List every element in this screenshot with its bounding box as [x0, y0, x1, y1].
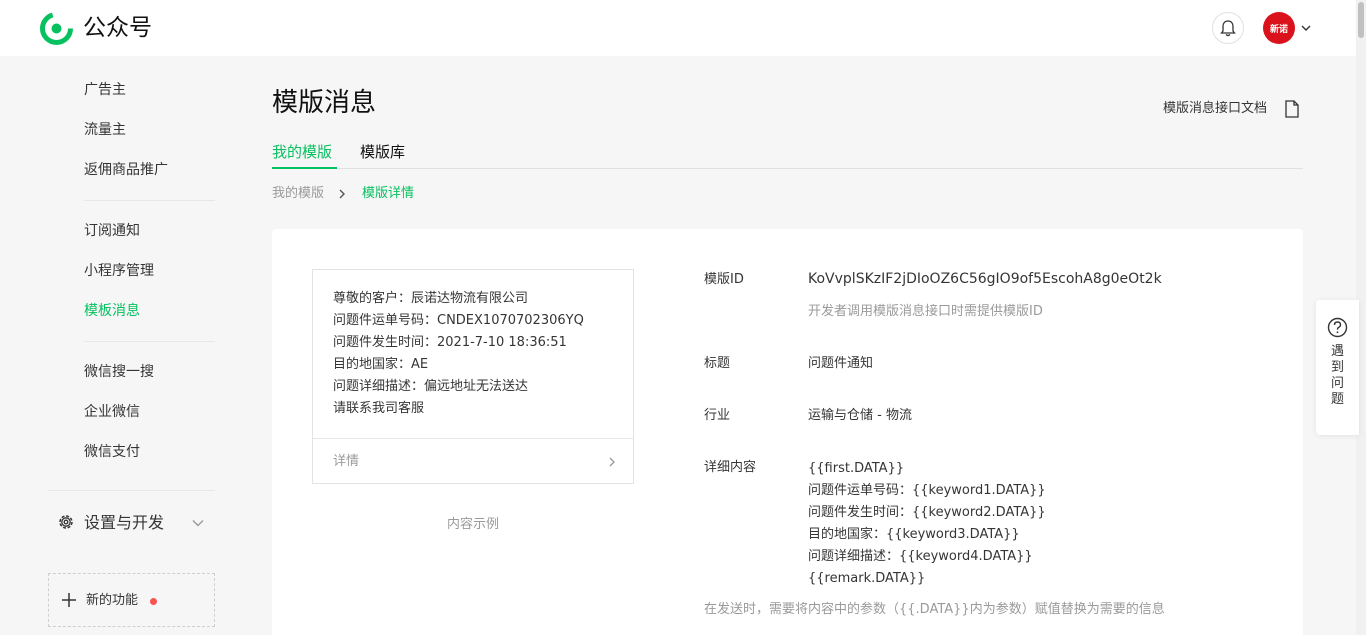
preview-line: 问题件运单号码：CNDEX1070702306YQ	[333, 313, 584, 328]
title-value: 问题件通知	[808, 356, 874, 371]
breadcrumb-my-templates[interactable]: 我的模版	[272, 185, 324, 203]
chevron-down-icon[interactable]	[1300, 22, 1312, 34]
gear-icon	[59, 515, 73, 529]
tab-template-library[interactable]: 模版库	[360, 141, 405, 163]
preview-divider	[313, 438, 633, 439]
content-line: 问题件发生时间：{{keyword2.DATA}}	[808, 505, 1046, 520]
sidebar-item-publisher[interactable]: 流量主	[84, 120, 126, 140]
preview-line: 问题详细描述：偏远地址无法送达	[333, 379, 529, 394]
active-tab-indicator	[272, 167, 337, 169]
sidebar-item-commission-promotion[interactable]: 返佣商品推广	[84, 160, 168, 180]
account-avatar[interactable]: 新诺	[1263, 12, 1295, 44]
template-id-value: KoVvplSKzIF2jDIoOZ6C56gIO9of5EscohA8g0eO…	[808, 271, 1162, 287]
content-label: 详细内容	[704, 460, 757, 475]
sidebar-item-miniprogram[interactable]: 小程序管理	[84, 261, 154, 281]
plus-icon	[62, 593, 76, 607]
preview-caption: 内容示例	[446, 517, 499, 532]
content-footnote: 在发送时，需要将内容中的参数（{{.DATA}}内为参数）赋值替换为需要的信息	[704, 602, 1165, 617]
industry-label: 行业	[704, 408, 731, 423]
breadcrumb-template-detail: 模版详情	[362, 186, 415, 201]
top-bar: 公众号 新诺	[0, 0, 1356, 56]
preview-line: 目的地国家：AE	[333, 357, 429, 372]
preview-content: 尊敬的客户：辰诺达物流有限公司 问题件运单号码：CNDEX1070702306Y…	[333, 288, 584, 420]
document-icon[interactable]	[1285, 100, 1299, 118]
sidebar-item-wechat-search[interactable]: 微信搜一搜	[84, 362, 154, 382]
chevron-down-icon[interactable]	[191, 516, 205, 530]
preview-line: 请联系我司客服	[333, 401, 425, 416]
sidebar-item-advertiser[interactable]: 广告主	[84, 80, 126, 100]
content-template: {{first.DATA}} 问题件运单号码：{{keyword1.DATA}}…	[808, 458, 1046, 590]
sidebar-divider	[84, 200, 215, 201]
bell-icon	[1220, 20, 1236, 37]
chevron-right-icon[interactable]	[607, 456, 617, 468]
new-feature-label: 新的功能	[86, 593, 139, 608]
sidebar-item-subscription-notice[interactable]: 订阅通知	[84, 221, 140, 241]
new-badge-dot	[150, 598, 157, 605]
sidebar-item-wechat-pay[interactable]: 微信支付	[84, 442, 140, 462]
content-line: 问题详细描述：{{keyword4.DATA}}	[808, 549, 1033, 564]
preview-line: 尊敬的客户：辰诺达物流有限公司	[333, 291, 529, 306]
content-line: {{first.DATA}}	[808, 461, 905, 476]
question-icon	[1327, 317, 1348, 338]
help-label: 遇到问题	[1316, 344, 1359, 408]
help-label-text: 遇到问题	[1330, 344, 1344, 407]
content-line: {{remark.DATA}}	[808, 571, 926, 586]
help-button[interactable]: 遇到问题	[1316, 300, 1359, 435]
notification-button[interactable]	[1212, 12, 1244, 44]
sidebar-item-template-message[interactable]: 模板消息	[84, 301, 140, 321]
template-id-label: 模版ID	[704, 272, 744, 287]
template-api-doc-link[interactable]: 模版消息接口文档	[1163, 99, 1267, 119]
preview-line: 问题件发生时间：2021-7-10 18:36:51	[333, 335, 567, 350]
template-id-hint: 开发者调用模版消息接口时需提供模版ID	[808, 304, 1043, 319]
title-label: 标题	[704, 356, 731, 371]
tab-my-templates[interactable]: 我的模版	[272, 141, 332, 163]
sidebar-item-work-wechat[interactable]: 企业微信	[84, 402, 140, 422]
scrollbar-thumb[interactable]	[1358, 2, 1364, 38]
sidebar-group-settings-dev[interactable]: 设置与开发	[84, 512, 164, 534]
content-line: 目的地国家：{{keyword3.DATA}}	[808, 527, 1020, 542]
new-feature-button[interactable]: 新的功能	[48, 573, 215, 627]
industry-value: 运输与仓储 - 物流	[808, 408, 912, 423]
sidebar-divider	[84, 341, 215, 342]
chevron-right-icon	[339, 189, 345, 199]
message-preview: 尊敬的客户：辰诺达物流有限公司 问题件运单号码：CNDEX1070702306Y…	[312, 269, 634, 484]
sidebar-divider	[48, 490, 215, 491]
wechat-official-logo-icon[interactable]	[40, 12, 73, 45]
tab-divider	[272, 168, 1303, 169]
preview-detail-link[interactable]: 详情	[333, 452, 359, 472]
brand-name[interactable]: 公众号	[83, 12, 152, 44]
content-line: 问题件运单号码：{{keyword1.DATA}}	[808, 483, 1046, 498]
page-title: 模版消息	[272, 88, 377, 118]
